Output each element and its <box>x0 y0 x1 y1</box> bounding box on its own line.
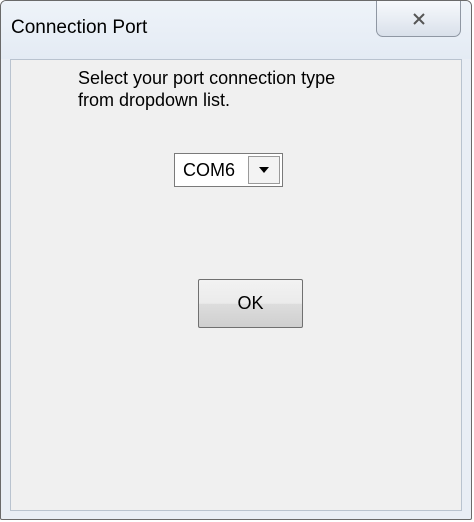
close-button[interactable] <box>376 1 461 37</box>
window-title: Connection Port <box>11 17 148 38</box>
instruction-text: Select your port connection type from dr… <box>78 67 438 111</box>
dialog-content: Select your port connection type from dr… <box>10 59 462 511</box>
instruction-line-2: from dropdown list. <box>78 90 231 110</box>
close-icon <box>412 12 426 26</box>
port-select[interactable]: COM6 <box>174 153 283 187</box>
instruction-line-1: Select your port connection type <box>78 68 336 88</box>
ok-button[interactable]: OK <box>198 279 303 328</box>
dialog-window: Connection Port Select your port connect… <box>0 0 472 520</box>
port-select-value: COM6 <box>183 160 236 180</box>
chevron-down-icon <box>258 161 270 179</box>
title-bar[interactable]: Connection Port <box>1 1 471 59</box>
port-select-dropdown-button[interactable] <box>248 156 280 184</box>
